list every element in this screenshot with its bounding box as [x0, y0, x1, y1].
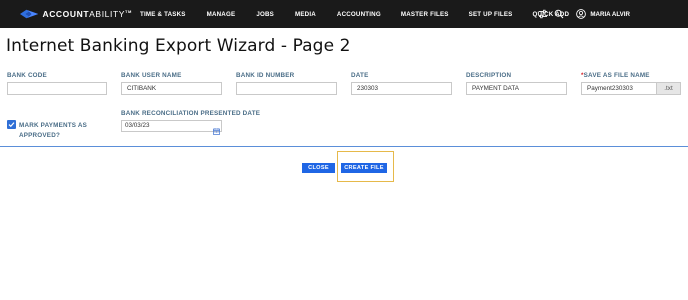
mark-payments-label: MARK PAYMENTS AS APPROVED? — [19, 122, 88, 139]
nav-jobs[interactable]: JOBS — [256, 11, 274, 18]
nav-media[interactable]: MEDIA — [295, 11, 316, 18]
save-as-file-name-label: *SAVE AS FILE NAME — [581, 72, 650, 79]
section-divider — [0, 146, 688, 147]
checkmark-icon — [8, 122, 15, 128]
search-icon[interactable] — [554, 9, 564, 19]
bank-reconciliation-date-input[interactable]: 03/03/23 — [121, 120, 222, 132]
user-circle-icon[interactable] — [576, 9, 587, 19]
date-input[interactable]: 230303 — [351, 82, 452, 95]
bank-code-input[interactable] — [7, 82, 107, 95]
nav-set-up-files[interactable]: SET UP FILES — [469, 11, 513, 18]
save-as-file-name-input[interactable]: Payment230303 — [581, 82, 657, 95]
nav-master-files[interactable]: MASTER FILES — [401, 11, 449, 18]
brand-name: ACCOUNTABILITYTM — [42, 9, 132, 19]
bank-id-number-label: BANK ID NUMBER — [236, 72, 295, 79]
date-label: DATE — [351, 72, 369, 79]
brand-logo[interactable]: ACCOUNTABILITYTM — [20, 7, 132, 21]
description-label: DESCRIPTION — [466, 72, 512, 79]
top-navbar: ACCOUNTABILITYTM TIME & TASKS MANAGE JOB… — [0, 0, 688, 28]
nav-right-tools: MARIA ALVIR — [538, 0, 688, 28]
bank-id-number-input[interactable] — [236, 82, 337, 95]
bank-user-name-input[interactable]: CITIBANK — [121, 82, 222, 95]
close-button[interactable]: CLOSE — [302, 163, 335, 173]
user-name[interactable]: MARIA ALVIR — [590, 11, 630, 18]
main-nav: TIME & TASKS MANAGE JOBS MEDIA ACCOUNTIN… — [140, 0, 569, 28]
file-extension-suffix: .txt — [657, 82, 681, 95]
calendar-icon[interactable] — [213, 122, 220, 140]
brand-diamond-icon — [20, 9, 39, 19]
bank-user-name-label: BANK USER NAME — [121, 72, 182, 79]
bank-reconciliation-label: BANK RECONCILIATION PRESENTED DATE — [121, 110, 261, 117]
mark-payments-checkbox[interactable] — [7, 120, 16, 129]
bank-code-label: BANK CODE — [7, 72, 47, 79]
description-input[interactable]: PAYMENT DATA — [466, 82, 567, 95]
create-file-button[interactable]: CREATE FILE — [341, 163, 387, 173]
nav-accounting[interactable]: ACCOUNTING — [337, 11, 381, 18]
nav-time-tasks[interactable]: TIME & TASKS — [140, 11, 186, 18]
sliders-icon[interactable] — [538, 9, 548, 19]
nav-manage[interactable]: MANAGE — [207, 11, 236, 18]
page-title: Internet Banking Export Wizard - Page 2 — [6, 36, 351, 56]
